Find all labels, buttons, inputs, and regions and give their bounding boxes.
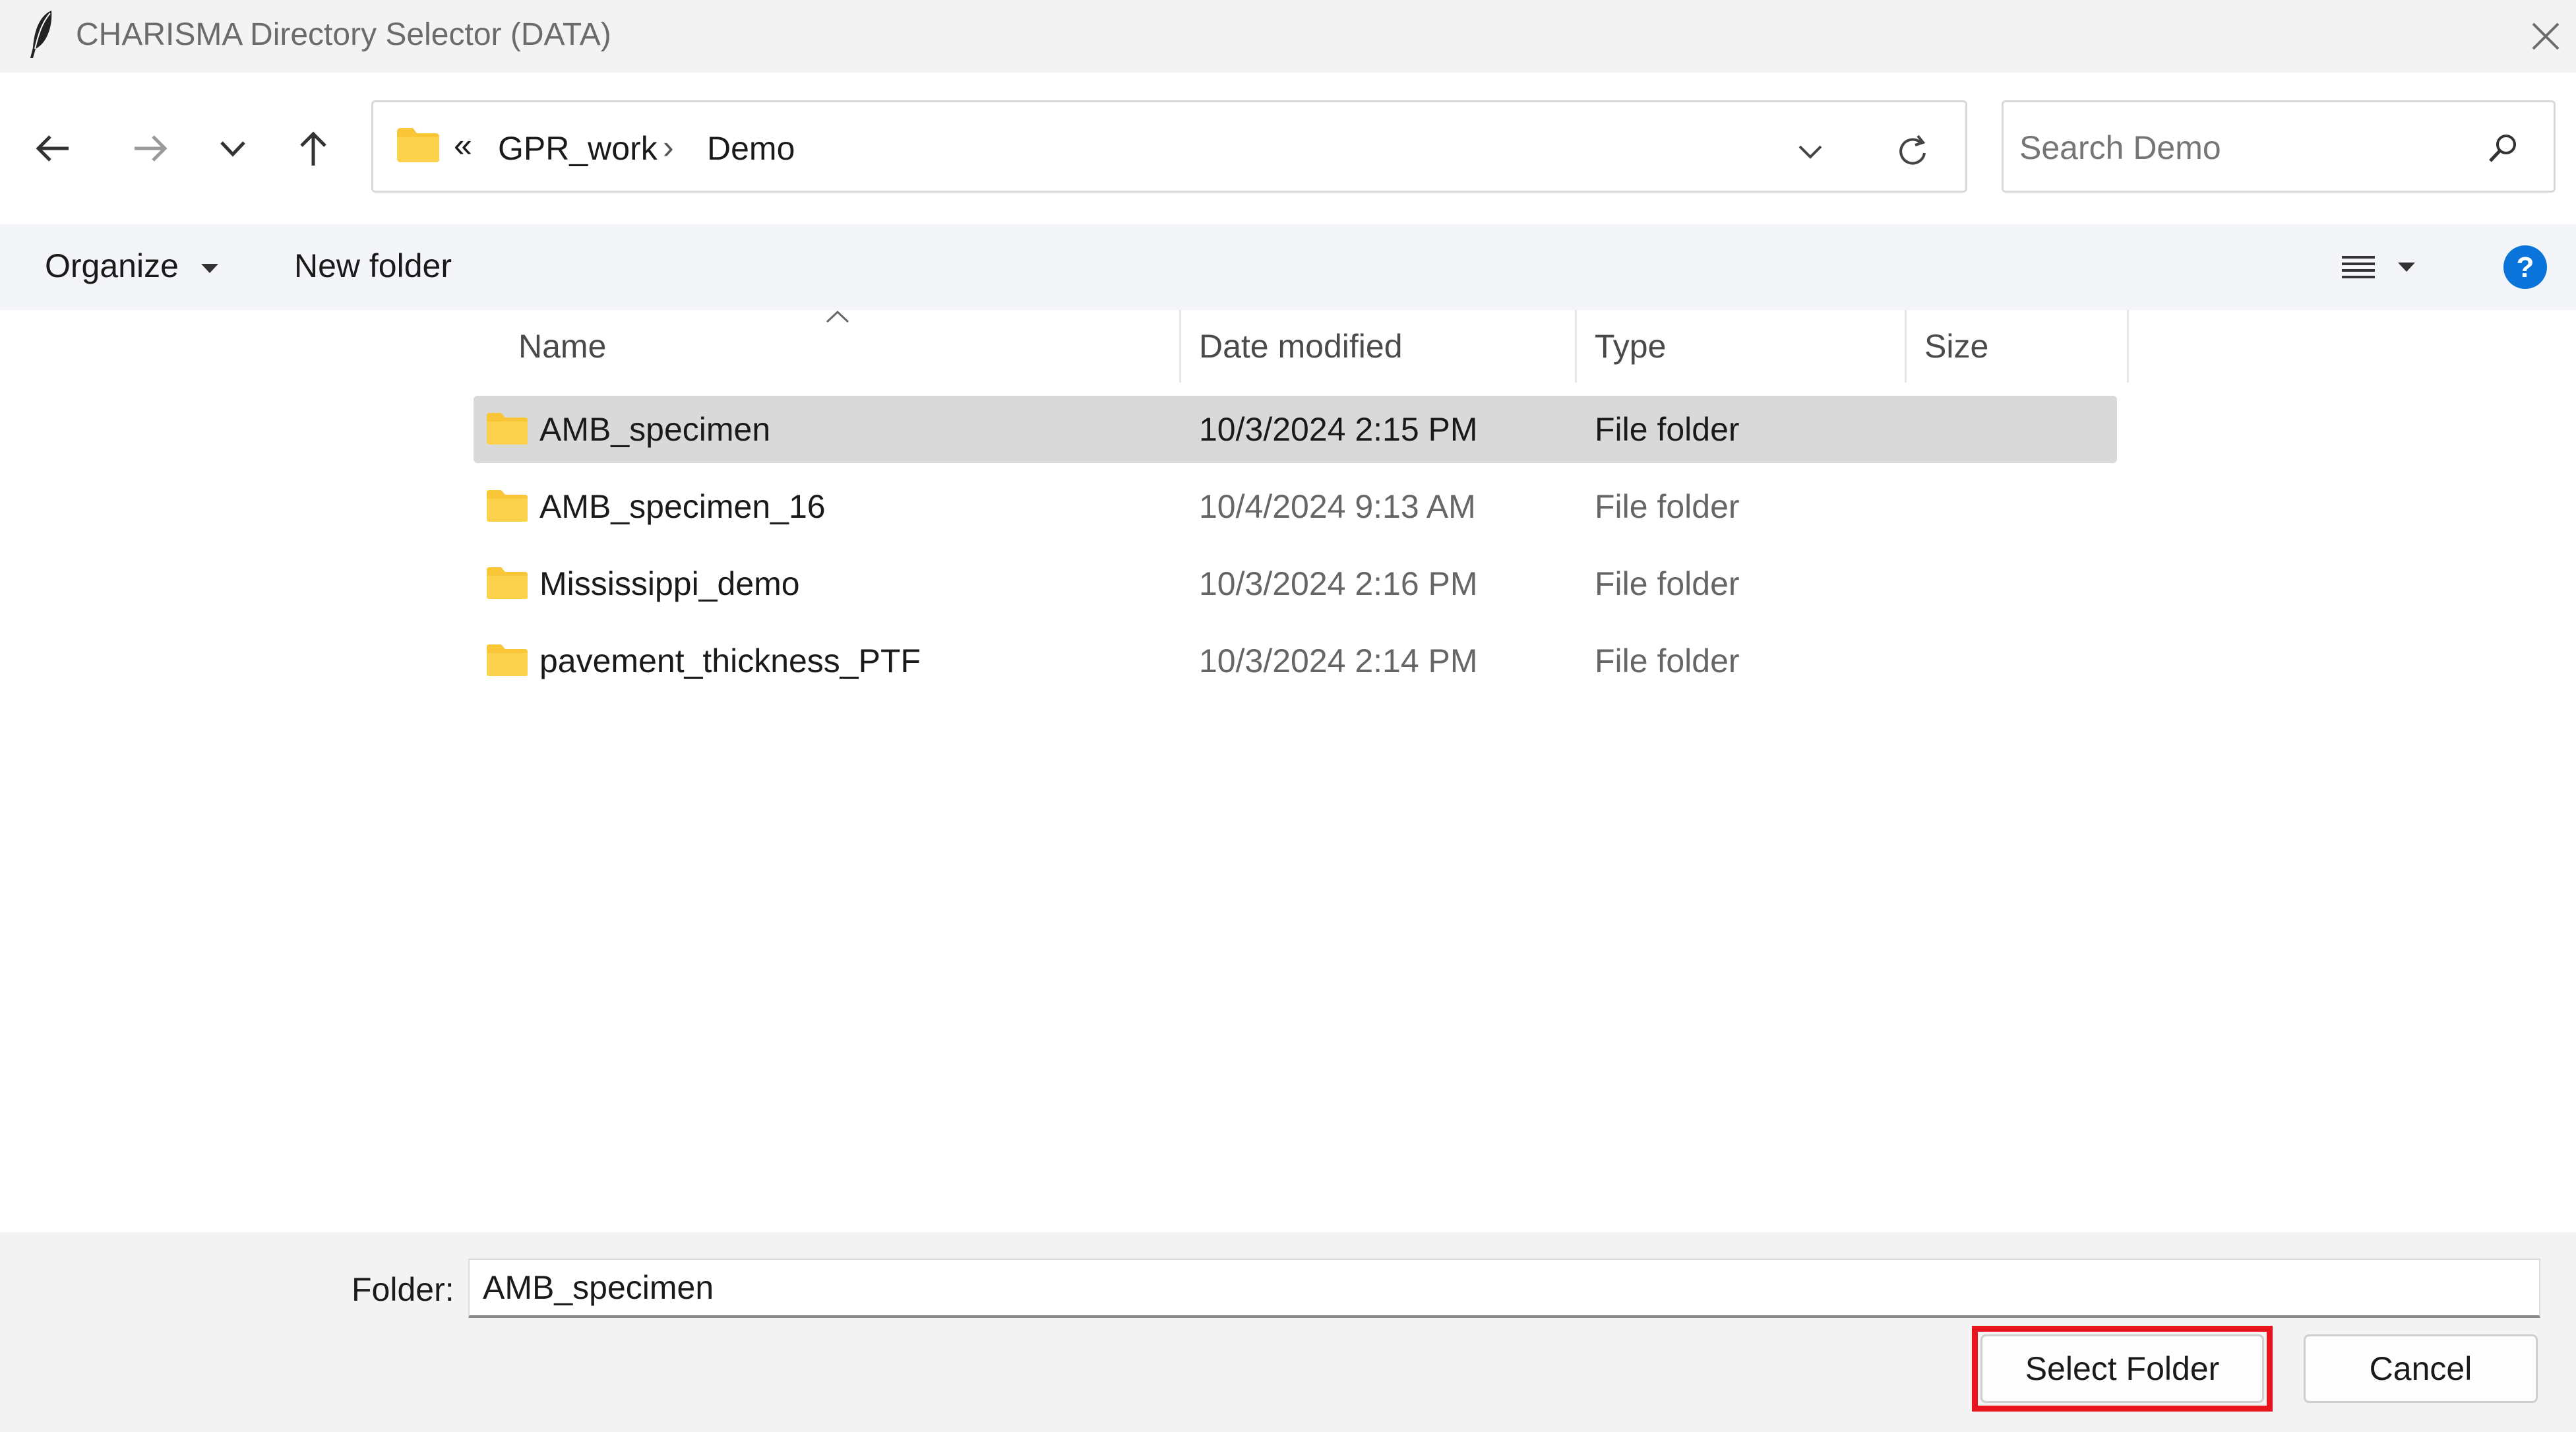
file-name: AMB_specimen <box>539 411 771 448</box>
chevron-down-icon <box>1798 145 1822 159</box>
arrow-up-icon <box>300 131 326 166</box>
column-divider[interactable] <box>1905 310 1907 383</box>
caret-down-icon <box>2398 263 2415 272</box>
file-row[interactable]: pavement_thickness_PTF 10/3/2024 2:14 PM… <box>474 627 2117 695</box>
column-header-type[interactable]: Type <box>1595 323 1666 369</box>
svg-text:?: ? <box>2517 251 2534 284</box>
file-type: File folder <box>1595 642 1740 679</box>
column-header-date[interactable]: Date modified <box>1199 323 1403 369</box>
file-date: 10/4/2024 9:13 AM <box>1199 488 1476 525</box>
breadcrumb-overflow[interactable]: « <box>454 125 472 165</box>
arrow-left-icon <box>36 135 69 162</box>
file-type: File folder <box>1595 565 1740 602</box>
window-title: CHARISMA Directory Selector (DATA) <box>76 17 611 52</box>
organize-menu[interactable]: Organize <box>45 246 220 286</box>
file-name: pavement_thickness_PTF <box>539 642 921 679</box>
column-divider[interactable] <box>1179 310 1181 383</box>
file-row[interactable]: AMB_specimen 10/3/2024 2:15 PM File fold… <box>474 396 2117 463</box>
address-history-button[interactable] <box>1791 129 1830 175</box>
file-date: 10/3/2024 2:14 PM <box>1199 642 1478 679</box>
file-name: Mississippi_demo <box>539 565 800 602</box>
folder-label: Folder: <box>352 1271 454 1308</box>
up-button[interactable] <box>287 119 340 178</box>
file-name: AMB_specimen_16 <box>539 488 826 525</box>
file-date: 10/3/2024 2:15 PM <box>1199 411 1478 448</box>
app-feather-icon <box>26 8 59 61</box>
view-options-button[interactable] <box>2328 244 2427 290</box>
search-input[interactable] <box>2018 122 2469 173</box>
folder-icon <box>396 127 441 164</box>
file-row[interactable]: AMB_specimen_16 10/4/2024 9:13 AM File f… <box>474 473 2117 540</box>
breadcrumb-separator[interactable]: › <box>663 127 674 167</box>
column-header-name[interactable]: Name <box>518 323 606 369</box>
help-button[interactable]: ? <box>2501 243 2550 292</box>
caret-down-icon <box>200 263 218 273</box>
column-header-size[interactable]: Size <box>1924 323 1988 369</box>
folder-icon <box>485 489 529 523</box>
cancel-button[interactable]: Cancel <box>2304 1334 2538 1403</box>
chevron-down-icon <box>220 141 245 157</box>
breadcrumb-demo[interactable]: Demo <box>707 129 795 168</box>
folder-icon <box>485 566 529 600</box>
organize-label: Organize <box>45 247 179 284</box>
column-divider[interactable] <box>1575 310 1577 383</box>
help-icon: ? <box>2503 245 2547 289</box>
close-button[interactable] <box>2519 7 2572 66</box>
refresh-button[interactable] <box>1886 125 1939 178</box>
recent-locations-button[interactable] <box>210 119 256 178</box>
breadcrumb-gpr-work[interactable]: GPR_work <box>498 129 658 168</box>
refresh-icon <box>1899 135 1926 165</box>
search-icon[interactable] <box>2480 125 2526 171</box>
folder-icon <box>485 412 529 446</box>
back-button[interactable] <box>26 119 79 178</box>
arrow-right-icon <box>135 135 168 162</box>
new-folder-button[interactable]: New folder <box>294 246 452 286</box>
column-divider[interactable] <box>2127 310 2129 383</box>
file-type: File folder <box>1595 411 1740 448</box>
folder-name-input[interactable] <box>468 1259 2540 1318</box>
forward-button[interactable] <box>124 119 177 178</box>
file-date: 10/3/2024 2:16 PM <box>1199 565 1478 602</box>
file-type: File folder <box>1595 488 1740 525</box>
sort-ascending-icon <box>824 309 851 329</box>
highlight-box <box>1972 1326 2273 1412</box>
folder-icon <box>485 643 529 677</box>
close-icon <box>2532 22 2560 50</box>
file-row[interactable]: Mississippi_demo 10/3/2024 2:16 PM File … <box>474 550 2117 617</box>
list-view-icon <box>2342 256 2375 278</box>
